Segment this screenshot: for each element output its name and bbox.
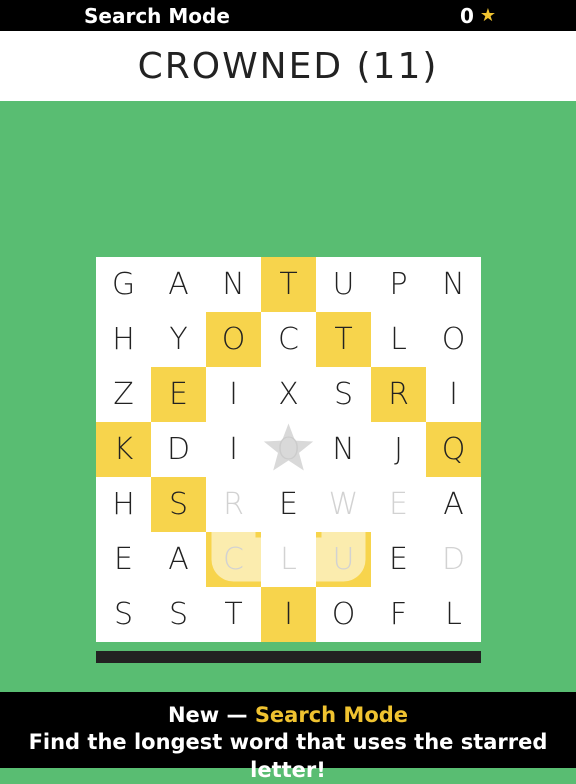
promo-prefix: New — [167,703,255,727]
grid-cell-r1-c6[interactable]: O [426,312,481,367]
star-icon: ★ [479,5,496,26]
grid-cell-r0-c6[interactable]: N [426,257,481,312]
score-value: 0 [459,4,474,28]
grid-cell-r2-c3[interactable]: X [261,367,316,422]
grid-cell-r2-c4[interactable]: S [316,367,371,422]
grid-cell-r2-c1[interactable]: E [151,367,206,422]
grid-cell-r6-c4[interactable]: O [316,587,371,642]
grid-cell-r1-c4[interactable]: T [316,312,371,367]
grid-cell-r5-c3[interactable]: L [261,532,316,587]
grid-cell-r5-c5[interactable]: E [371,532,426,587]
grid-cell-r0-c5[interactable]: P [371,257,426,312]
grid-cell-r6-c5[interactable]: F [371,587,426,642]
mode-label: Search Mode [84,4,230,28]
grid-cell-r4-c0[interactable]: H [96,477,151,532]
grid-cell-r6-c3[interactable]: I [261,587,316,642]
promo-headline: New — Search Mode [0,702,576,728]
grid-cell-r5-c4[interactable]: U [316,532,371,587]
grid-cell-r1-c0[interactable]: H [96,312,151,367]
title-bar: CROWNED (11) [0,31,576,101]
puzzle-title: CROWNED (11) [137,45,439,87]
grid-cell-r1-c5[interactable]: L [371,312,426,367]
grid-cell-r2-c5[interactable]: R [371,367,426,422]
grid-cell-r0-c3[interactable]: T [261,257,316,312]
grid-cell-r0-c4[interactable]: U [316,257,371,312]
grid-cell-r2-c0[interactable]: Z [96,367,151,422]
grid-cell-r2-c6[interactable]: I [426,367,481,422]
grid-cell-r1-c3[interactable]: C [261,312,316,367]
grid-cell-r1-c1[interactable]: Y [151,312,206,367]
grid-cell-r3-c1[interactable]: D [151,422,206,477]
grid-cell-r4-c2[interactable]: R [206,477,261,532]
grid-cell-r0-c2[interactable]: N [206,257,261,312]
grid-cell-r3-c6[interactable]: Q [426,422,481,477]
grid-cell-r3-c5[interactable]: J [371,422,426,477]
grid-cell-r3-c2[interactable]: I [206,422,261,477]
grid-cell-r3-c3[interactable]: O [261,422,316,477]
top-bar: Search Mode 0 ★ [0,0,576,31]
letter-grid[interactable]: GANTUPNHYOCTLOZEIXSRIKDIONJQHSREWEAEACLU… [96,257,481,642]
grid-cell-r5-c0[interactable]: E [96,532,151,587]
grid-cell-r4-c1[interactable]: S [151,477,206,532]
grid-cell-r4-c4[interactable]: W [316,477,371,532]
grid-cell-r0-c0[interactable]: G [96,257,151,312]
grid-cell-r6-c6[interactable]: L [426,587,481,642]
grid-cell-r4-c3[interactable]: E [261,477,316,532]
grid-cell-r5-c6[interactable]: D [426,532,481,587]
grid-cell-r5-c2[interactable]: C [206,532,261,587]
grid-cell-r0-c1[interactable]: A [151,257,206,312]
promo-banner: New — Search Mode Find the longest word … [0,692,576,782]
grid-cell-r3-c0[interactable]: K [96,422,151,477]
promo-instructions: Find the longest word that uses the star… [28,730,548,782]
promo-mode-name: Search Mode [254,703,409,727]
score-display: 0 ★ [460,4,496,28]
grid-cell-r6-c0[interactable]: S [96,587,151,642]
word-tray [96,651,481,663]
grid-cell-r6-c1[interactable]: S [151,587,206,642]
grid-cell-r5-c1[interactable]: A [151,532,206,587]
grid-cell-r4-c6[interactable]: A [426,477,481,532]
grid-cell-r2-c2[interactable]: I [206,367,261,422]
grid-cell-r3-c4[interactable]: N [316,422,371,477]
grid-cell-r1-c2[interactable]: O [206,312,261,367]
grid-cell-r4-c5[interactable]: E [371,477,426,532]
grid-cell-r6-c2[interactable]: T [206,587,261,642]
